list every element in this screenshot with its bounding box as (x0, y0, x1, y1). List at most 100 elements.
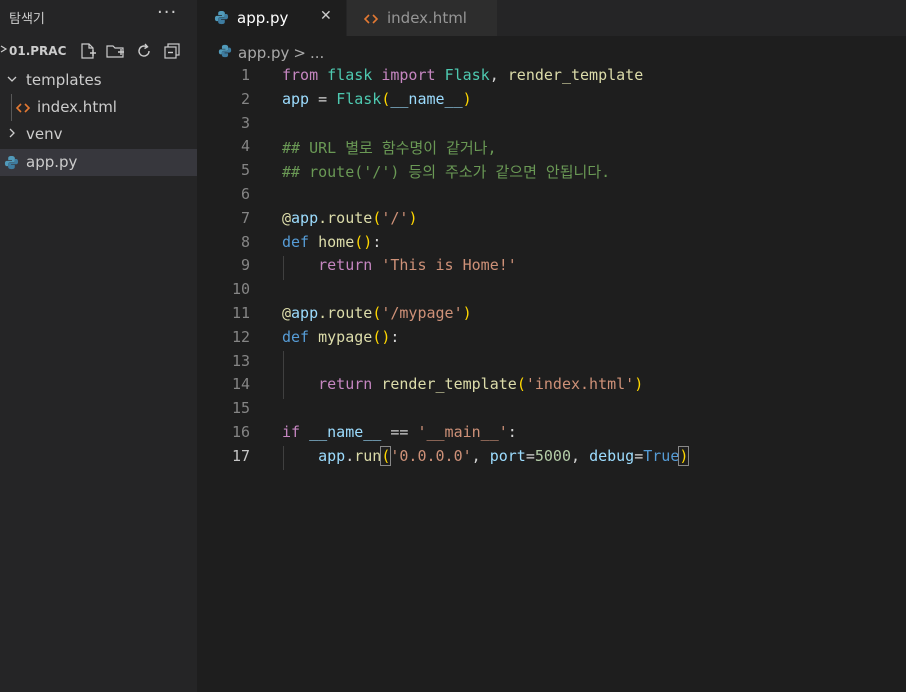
line-number: 15 (231, 399, 250, 418)
code-token: ) (678, 445, 690, 466)
code-editor[interactable]: 1 from flask import Flask, render_templat… (197, 64, 906, 692)
code-line[interactable]: def mypage(): (282, 328, 399, 346)
code-token: ( (516, 375, 526, 394)
tree-item-label: templates (26, 71, 102, 89)
line-number: 8 (240, 232, 250, 251)
explorer-title: 탐색기 (9, 12, 45, 27)
code-token: ) (363, 232, 373, 251)
chevron-down-icon (6, 73, 18, 88)
code-token: '__main__' (417, 423, 508, 441)
code-token: '/mypage' (381, 304, 463, 322)
code-token: = (309, 89, 337, 108)
line-number: 12 (231, 327, 250, 346)
tab-app-py[interactable]: app.py ✕ (197, 0, 346, 36)
explorer-header: 탐색기 ··· (0, 0, 197, 32)
code-token: from (282, 66, 319, 84)
code-token: True (643, 446, 680, 465)
code-token: render_template (381, 375, 517, 394)
python-file-icon (214, 10, 229, 29)
line-number: 1 (240, 66, 250, 84)
code-token: ( (372, 304, 382, 322)
code-token: app (282, 89, 310, 108)
new-folder-icon[interactable] (106, 41, 126, 61)
code-token: run (354, 446, 382, 465)
project-folder-header[interactable]: 01.PRAC (0, 39, 197, 63)
line-number: 5 (240, 161, 250, 180)
code-token: ) (408, 208, 418, 227)
code-line[interactable]: return 'This is Home!' (282, 256, 517, 274)
code-token: ( (372, 208, 382, 227)
code-token: : (372, 232, 382, 251)
code-line[interactable]: return render_template('index.html') (282, 375, 643, 393)
tab-index-html[interactable]: index.html (347, 0, 497, 36)
code-token: if (282, 423, 301, 441)
code-token: ) (462, 89, 472, 108)
code-line[interactable]: ## route('/') 등의 주소가 같으면 안됩니다. (282, 161, 610, 182)
line-number: 11 (231, 304, 250, 322)
tree-item-index-html[interactable]: index.html (0, 94, 197, 121)
code-token: app (291, 304, 319, 322)
code-token: , (571, 446, 590, 465)
code-line[interactable]: @app.route('/') (282, 209, 417, 227)
code-token: app (318, 446, 346, 465)
new-file-icon[interactable] (78, 41, 98, 61)
tree-item-label: app.py (26, 153, 78, 171)
code-token: __name__ (390, 89, 463, 108)
tab-label: app.py (237, 9, 289, 27)
code-token: debug (589, 446, 635, 465)
code-token: ) (634, 375, 644, 394)
code-token: @ (282, 208, 292, 227)
code-token: '/' (381, 208, 409, 227)
collapse-all-icon[interactable] (162, 41, 182, 61)
code-line[interactable]: if __name__ == '__main__': (282, 423, 517, 441)
line-number: 2 (240, 89, 250, 108)
line-number: 10 (231, 280, 250, 299)
tree-item-label: venv (26, 125, 63, 143)
code-token: . (345, 446, 355, 465)
code-token: ## route('/') 등의 주소가 같으면 안됩니다. (282, 163, 611, 182)
code-token: mypage (318, 327, 373, 346)
code-token: , (471, 446, 490, 465)
code-line[interactable]: app.run('0.0.0.0', port=5000, debug=True… (282, 445, 690, 466)
code-line[interactable]: def home(): (282, 233, 381, 251)
code-token: @ (282, 304, 292, 322)
code-line[interactable]: app = Flask(__name__) (282, 90, 472, 108)
html-file-icon (363, 11, 379, 30)
refresh-icon[interactable] (134, 41, 154, 61)
tree-item-templates[interactable]: templates (0, 67, 197, 94)
code-token: , (489, 66, 508, 84)
code-token: return (318, 375, 373, 394)
tree-item-venv[interactable]: venv (0, 121, 197, 148)
line-number: 7 (240, 208, 250, 227)
breadcrumb-file[interactable]: app.py (238, 44, 289, 62)
code-token: def (282, 327, 310, 346)
close-icon[interactable]: ✕ (320, 8, 332, 24)
line-number: 16 (231, 423, 250, 441)
code-line[interactable]: @app.route('/mypage') (282, 304, 472, 322)
code-line[interactable]: ## URL 별로 함수명이 같거나, (282, 137, 497, 158)
line-number: 14 (231, 375, 250, 394)
more-actions-icon[interactable]: ··· (157, 2, 177, 23)
code-token: port (489, 446, 526, 465)
code-token: = (634, 446, 644, 465)
tab-bar: app.py ✕ index.html (197, 0, 906, 36)
tree-item-app-py[interactable]: app.py (0, 149, 197, 176)
breadcrumb-symbol[interactable]: ... (310, 44, 324, 62)
code-token: ## URL 별로 함수명이 같거나, (282, 139, 497, 158)
code-token: def (282, 232, 310, 251)
code-token: = (525, 446, 535, 465)
explorer-sidebar: 탐색기 ··· 01.PRAC templates index.html ven… (0, 0, 197, 692)
chevron-down-icon (0, 43, 8, 58)
code-token: Flask (444, 66, 490, 84)
code-token: home (318, 232, 355, 251)
code-token: render_template (507, 66, 644, 84)
code-token: == (381, 423, 418, 441)
code-line[interactable]: from flask import Flask, render_template (282, 66, 643, 84)
line-number: 13 (231, 351, 250, 370)
line-number: 6 (240, 185, 250, 203)
